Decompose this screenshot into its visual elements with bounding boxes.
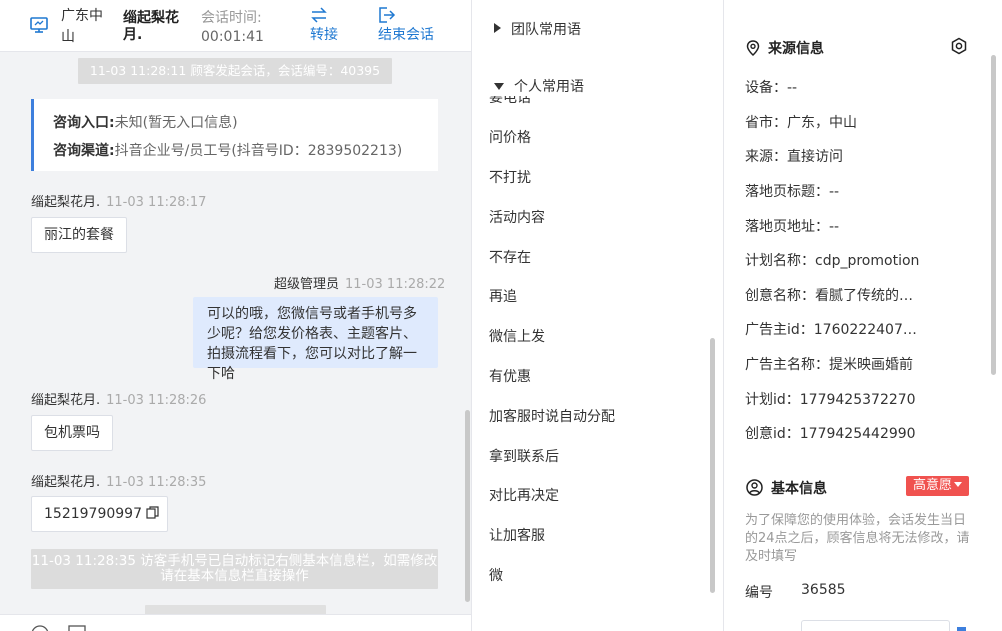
plan-name-field: 计划名称：cdp_promotion <box>745 253 920 269</box>
creative-name-field: 创意名称：看腻了传统的婚纱照 <box>745 288 925 304</box>
message-sender: 超级管理员 <box>274 277 340 292</box>
customer-name: 缁起梨花月. <box>123 10 179 43</box>
transfer-label: 转接 <box>310 27 338 43</box>
phrase-item[interactable]: 不存在 <box>489 247 531 267</box>
phrase-item[interactable]: 不打扰 <box>489 167 531 187</box>
source-info-title: 来源信息 <box>768 41 824 57</box>
phrase-item[interactable]: 拿到联系后 <box>489 446 559 466</box>
team-phrases-label: 团队常用语 <box>511 22 581 38</box>
message-time: 11-03 11:28:26 <box>106 393 207 408</box>
basic-info-header: 基本信息 <box>746 478 827 498</box>
edit-deadline-notice: 为了保障您的使用体验，会话发生当日的24点之后，顾客信息将无法修改，请及时填写 <box>745 513 970 564</box>
customer-phone-bubble[interactable]: 15219790997 <box>31 496 169 532</box>
end-session-button[interactable]: 结束会话 <box>378 6 434 44</box>
creative-id-field: 创意id：1779425442990 <box>745 426 916 442</box>
caret-down-icon <box>494 83 504 90</box>
phrases-scrollbar[interactable] <box>710 338 715 593</box>
phrase-item[interactable]: 微信上发 <box>489 326 545 346</box>
customer-message-bubble[interactable]: 包机票吗 <box>31 415 113 451</box>
transfer-button[interactable]: 转接 <box>310 6 338 44</box>
monitor-icon <box>30 17 48 33</box>
phrase-item[interactable]: 活动内容 <box>489 207 545 227</box>
image-icon[interactable] <box>68 625 86 631</box>
info-scrollbar[interactable] <box>991 55 996 375</box>
basic-info-title: 基本信息 <box>771 481 827 497</box>
caret-down-icon <box>954 482 962 487</box>
customer-location: 广东中山 <box>61 8 103 45</box>
intent-level-label: 高意愿 <box>912 478 952 493</box>
customer-info-panel: 来源信息 设备：-- 省市：广东，中山 来源：直接访问 落地页标题：-- 落地页… <box>725 0 1002 631</box>
consult-info-card: 咨询入口:未知(暂无入口信息) 咨询渠道:抖音企业号/员工号(抖音号ID：283… <box>31 99 438 171</box>
session-start-notice: 11-03 11:28:11 顾客发起会话，会话编号：40395 <box>78 58 392 84</box>
message-time: 11-03 11:28:22 <box>345 277 446 292</box>
emoji-icon[interactable] <box>31 625 49 631</box>
entry-value: 未知(暂无入口信息) <box>114 115 238 131</box>
end-session-icon <box>379 7 396 23</box>
message-sender: 缁起梨花月. <box>31 393 101 408</box>
chat-header: 广东中山 缁起梨花月. 会话时间: 00:01:41 转接 结束会话 <box>0 0 471 52</box>
channel-label: 咨询渠道: <box>53 143 115 159</box>
chat-panel: 广东中山 缁起梨花月. 会话时间: 00:01:41 转接 结束会话 11-03… <box>0 0 472 631</box>
source-field: 来源：直接访问 <box>745 149 843 165</box>
phrase-item[interactable]: 有优惠 <box>489 366 531 386</box>
intent-level-dropdown[interactable]: 高意愿 <box>906 476 969 496</box>
phrase-item[interactable]: 微 <box>489 565 503 585</box>
end-session-label: 结束会话 <box>378 27 434 43</box>
message-meta: 缁起梨花月. 11-03 11:28:17 <box>31 191 206 210</box>
chat-scrollbar[interactable] <box>465 410 470 602</box>
message-meta: 超级管理员 11-03 11:28:22 <box>274 273 445 292</box>
id-value: 36585 <box>801 582 846 598</box>
phrase-item[interactable]: 对比再决定 <box>489 485 559 505</box>
phrase-list[interactable]: 要电话 问价格 不打扰 活动内容 不存在 再追 微信上发 有优惠 加客服时说自动… <box>472 96 712 616</box>
quick-phrases-panel: 团队常用语 要电话 问价格 不打扰 活动内容 不存在 再追 微信上发 有优惠 加… <box>472 0 724 631</box>
caret-right-icon <box>494 23 501 33</box>
advertiser-name-field: 广告主名称：提米映画婚前 <box>745 357 913 373</box>
id-label: 编号 <box>745 585 773 601</box>
chat-toolbar <box>0 614 471 631</box>
channel-value: 抖音企业号/员工号(抖音号ID：2839502213) <box>114 143 403 159</box>
source-info-header: 来源信息 <box>746 38 824 58</box>
team-phrases-group[interactable]: 团队常用语 <box>494 19 581 39</box>
landing-url-field: 落地页地址：-- <box>745 219 840 235</box>
transfer-icon <box>311 7 327 23</box>
plan-id-field: 计划id：1779425372270 <box>745 392 916 408</box>
session-time-label: 会话时间: <box>201 10 262 26</box>
message-time: 11-03 11:28:17 <box>106 195 207 210</box>
personal-phrases-group[interactable]: 个人常用语 <box>494 76 592 96</box>
message-sender: 缁起梨花月. <box>31 475 101 490</box>
advertiser-id-field: 广告主id：1760222407960 <box>745 322 925 338</box>
province-city-field: 省市：广东，中山 <box>745 115 857 131</box>
entry-label: 咨询入口: <box>53 115 115 131</box>
landing-title-field: 落地页标题：-- <box>745 184 840 200</box>
location-pin-icon <box>746 40 760 57</box>
agent-message-bubble[interactable]: 可以的哦，您微信号或者手机号多少呢？给您发价格表、主题客片、拍摄流程看下，您可以… <box>193 297 438 382</box>
phrase-item[interactable]: 加客服时说自动分配 <box>489 406 615 426</box>
device-field: 设备：-- <box>745 80 798 96</box>
settings-icon[interactable] <box>950 37 968 55</box>
next-field-marker <box>957 627 966 631</box>
user-circle-icon <box>746 479 763 496</box>
next-field-input[interactable] <box>801 620 950 631</box>
copy-icon[interactable] <box>146 506 160 519</box>
session-time-value: 00:01:41 <box>201 29 264 45</box>
personal-phrases-label: 个人常用语 <box>514 79 584 95</box>
phone-auto-tag-notice: 11-03 11:28:35 访客手机号已自动标记右侧基本信息栏，如需修改请在基… <box>31 549 438 589</box>
message-meta: 缁起梨花月. 11-03 11:28:26 <box>31 389 206 408</box>
message-time: 11-03 11:28:35 <box>106 475 207 490</box>
chat-message-list[interactable]: 11-03 11:28:11 顾客发起会话，会话编号：40395 咨询入口:未知… <box>0 53 471 619</box>
customer-message-bubble[interactable]: 丽江的套餐 <box>31 217 127 253</box>
phrase-item[interactable]: 再追 <box>489 286 517 306</box>
phrase-item[interactable]: 要电话 <box>489 96 531 107</box>
phrase-item[interactable]: 问价格 <box>489 127 531 147</box>
phrase-item[interactable]: 让加客服 <box>489 525 545 545</box>
message-meta: 缁起梨花月. 11-03 11:28:35 <box>31 471 206 490</box>
message-sender: 缁起梨花月. <box>31 195 101 210</box>
phone-number-text: 15219790997 <box>44 506 142 522</box>
